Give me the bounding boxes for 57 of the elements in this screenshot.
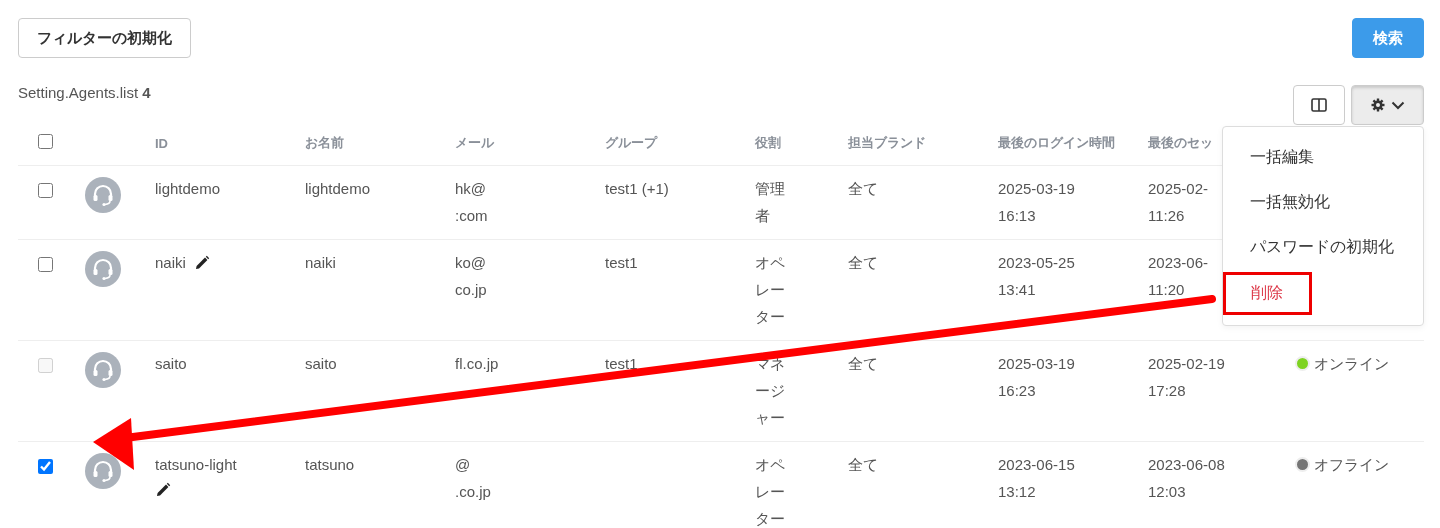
reset-filter-button[interactable]: フィルターの初期化 [18,18,191,58]
session-time: 11:20 [1148,280,1185,300]
agent-id: lightdemo [155,179,221,199]
session-time: 12:03 [1148,482,1186,502]
column-header: 最後のログイン時間 [998,135,1115,150]
email-text: @ [455,455,472,475]
group-text: test1 [605,254,638,271]
brand-text: 全て [848,355,878,372]
group-text: test1 (+1) [605,180,669,197]
session-time: 2025-02-19 [1148,354,1225,374]
login-time: 2025-03-19 [998,354,1076,374]
email-text: co.jp [455,280,488,300]
column-header: メール [455,135,494,150]
session-time: 2023-06-08 [1148,455,1225,475]
brand-text: 全て [848,254,878,271]
status-text: オフライン [1314,455,1389,475]
role-text: 管理者 [755,179,786,226]
login-time: 16:13 [998,206,1037,226]
column-header: グループ [605,135,657,150]
agent-name: naiki [305,254,336,271]
list-title: Setting.Agents.list 4 [18,84,151,101]
status-text: オンライン [1314,354,1389,374]
column-header: 最後のセッ [1148,135,1213,150]
login-time: 13:41 [998,280,1037,300]
agent-name: tatsuno [305,456,355,473]
column-header: 役割 [755,135,781,150]
menu-item[interactable]: 一括編集 [1223,137,1423,178]
column-header: 担当ブランド [848,135,926,150]
email-text: hk@ [455,179,488,199]
agent-id: naiki [155,253,186,273]
menu-item[interactable]: パスワードの初期化 [1223,227,1423,268]
session-time: 2023-06- [1148,253,1209,273]
menu-item[interactable]: 削除 [1223,272,1312,315]
column-header: ID [155,135,168,151]
agent-name: lightdemo [305,180,371,197]
column-header: お名前 [305,135,344,150]
email-text: :com [455,206,489,226]
menu-item[interactable]: 一括無効化 [1223,182,1423,223]
email-text: fl.co.jp [455,354,500,374]
login-time: 2023-06-15 [998,455,1076,475]
session-time: 2025-02- [1148,179,1209,199]
login-time: 2023-05-25 [998,253,1076,273]
login-time: 16:23 [998,381,1037,401]
login-time: 13:12 [998,482,1037,502]
role-text: オペレーター [755,455,786,528]
email-text: ko@ [455,253,488,273]
role-text: オペレーター [755,253,786,327]
brand-text: 全て [848,180,878,197]
login-time: 2025-03-19 [998,179,1076,199]
agent-id: tatsuno-light [155,455,237,475]
agent-name: saito [305,355,337,372]
brand-text: 全て [848,456,878,473]
email-text: .co.jp [455,482,492,502]
agent-id: saito [155,354,187,374]
group-text: test1 [605,355,638,372]
session-time: 11:26 [1148,206,1185,226]
session-time: 17:28 [1148,381,1186,401]
